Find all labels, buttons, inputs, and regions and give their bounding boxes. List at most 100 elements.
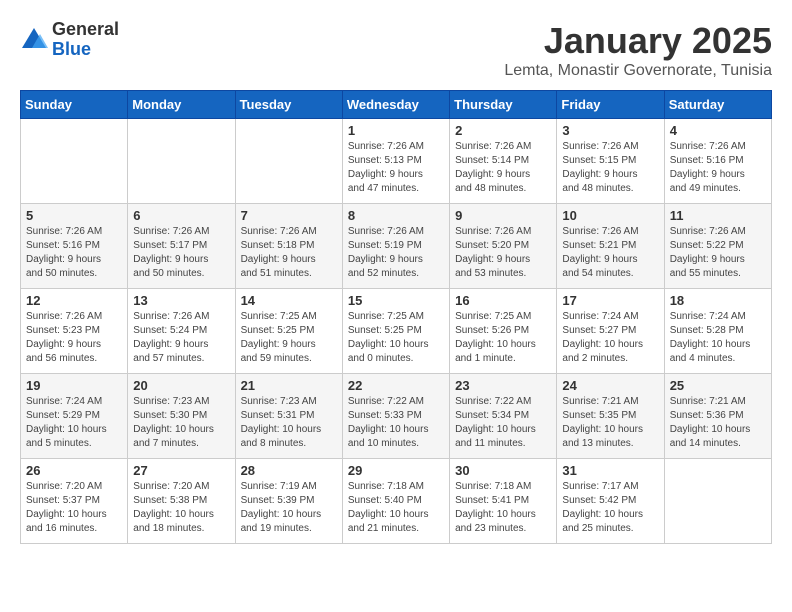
calendar-cell: 22Sunrise: 7:22 AM Sunset: 5:33 PM Dayli… [342,374,449,459]
day-number: 17 [562,293,658,308]
calendar-cell: 29Sunrise: 7:18 AM Sunset: 5:40 PM Dayli… [342,459,449,544]
calendar-cell: 18 Sunrise: 7:24 AM Sunset: 5:28 PM Dayli… [664,289,771,374]
day-detail: Sunrise: 7:23 AM Sunset: 5:31 PM Dayligh… [241,395,337,451]
day-number: 18 [670,293,766,308]
day-detail: Sunrise: 7:26 AM Sunset: 5:17 PM Dayligh… [133,225,229,281]
day-number: 20 [133,378,229,393]
day-detail: Sunrise: 7:26 AM Sunset: 5:24 PM Dayligh… [133,310,229,366]
calendar-week-row: 1 Sunrise: 7:26 AM Sunset: 5:13 PM Daylig… [21,119,772,204]
calendar-cell [664,459,771,544]
day-number: 23 [455,378,551,393]
calendar-cell [235,119,342,204]
calendar-cell: 20 Sunrise: 7:23 AM Sunset: 5:30 PM Dayli… [128,374,235,459]
calendar-cell: 2Sunrise: 7:26 AM Sunset: 5:14 PM Daylig… [450,119,557,204]
day-detail: Sunrise: 7:24 AM Sunset: 5:29 PM Dayligh… [26,395,122,451]
day-detail: Sunrise: 7:26 AM Sunset: 5:22 PM Dayligh… [670,225,766,281]
day-detail: Sunrise: 7:22 AM Sunset: 5:33 PM Dayligh… [348,395,444,451]
calendar-cell: 6 Sunrise: 7:26 AM Sunset: 5:17 PM Daylig… [128,204,235,289]
day-number: 15 [348,293,444,308]
day-detail: Sunrise: 7:17 AM Sunset: 5:42 PM Dayligh… [562,480,658,536]
day-number: 27 [133,463,229,478]
day-detail: Sunrise: 7:18 AM Sunset: 5:41 PM Dayligh… [455,480,551,536]
day-number: 7 [241,208,337,223]
logo-icon [20,26,48,54]
day-detail: Sunrise: 7:25 AM Sunset: 5:25 PM Dayligh… [348,310,444,366]
calendar-cell: 19 Sunrise: 7:24 AM Sunset: 5:29 PM Dayli… [21,374,128,459]
day-detail: Sunrise: 7:26 AM Sunset: 5:13 PM Dayligh… [348,140,444,196]
day-number: 16 [455,293,551,308]
calendar-cell: 5Sunrise: 7:26 AM Sunset: 5:16 PM Daylig… [21,204,128,289]
day-number: 4 [670,123,766,138]
day-number: 10 [562,208,658,223]
day-detail: Sunrise: 7:26 AM Sunset: 5:19 PM Dayligh… [348,225,444,281]
calendar-cell [21,119,128,204]
calendar-cell: 13 Sunrise: 7:26 AM Sunset: 5:24 PM Dayli… [128,289,235,374]
calendar-cell: 16 Sunrise: 7:25 AM Sunset: 5:26 PM Dayli… [450,289,557,374]
day-number: 3 [562,123,658,138]
day-number: 21 [241,378,337,393]
calendar-cell: 9 Sunrise: 7:26 AM Sunset: 5:20 PM Daylig… [450,204,557,289]
day-detail: Sunrise: 7:21 AM Sunset: 5:35 PM Dayligh… [562,395,658,451]
day-number: 6 [133,208,229,223]
day-detail: Sunrise: 7:26 AM Sunset: 5:21 PM Dayligh… [562,225,658,281]
weekday-header: Friday [557,91,664,119]
day-number: 13 [133,293,229,308]
calendar-cell: 10 Sunrise: 7:26 AM Sunset: 5:21 PM Dayli… [557,204,664,289]
weekday-header: Monday [128,91,235,119]
weekday-header: Tuesday [235,91,342,119]
day-detail: Sunrise: 7:26 AM Sunset: 5:16 PM Dayligh… [670,140,766,196]
day-number: 11 [670,208,766,223]
calendar-cell: 21 Sunrise: 7:23 AM Sunset: 5:31 PM Dayli… [235,374,342,459]
day-detail: Sunrise: 7:25 AM Sunset: 5:26 PM Dayligh… [455,310,551,366]
calendar-cell [128,119,235,204]
day-detail: Sunrise: 7:26 AM Sunset: 5:16 PM Dayligh… [26,225,122,281]
calendar-cell: 24Sunrise: 7:21 AM Sunset: 5:35 PM Dayli… [557,374,664,459]
weekday-header: Saturday [664,91,771,119]
day-number: 31 [562,463,658,478]
day-detail: Sunrise: 7:19 AM Sunset: 5:39 PM Dayligh… [241,480,337,536]
calendar-cell: 23 Sunrise: 7:22 AM Sunset: 5:34 PM Dayli… [450,374,557,459]
calendar-cell: 28 Sunrise: 7:19 AM Sunset: 5:39 PM Dayli… [235,459,342,544]
day-detail: Sunrise: 7:26 AM Sunset: 5:18 PM Dayligh… [241,225,337,281]
day-detail: Sunrise: 7:26 AM Sunset: 5:14 PM Dayligh… [455,140,551,196]
calendar-cell: 3 Sunrise: 7:26 AM Sunset: 5:15 PM Daylig… [557,119,664,204]
day-detail: Sunrise: 7:25 AM Sunset: 5:25 PM Dayligh… [241,310,337,366]
day-number: 28 [241,463,337,478]
day-detail: Sunrise: 7:20 AM Sunset: 5:37 PM Dayligh… [26,480,122,536]
calendar-cell: 25Sunrise: 7:21 AM Sunset: 5:36 PM Dayli… [664,374,771,459]
calendar-week-row: 19 Sunrise: 7:24 AM Sunset: 5:29 PM Dayli… [21,374,772,459]
logo-blue: Blue [52,40,119,60]
logo: General Blue [20,20,119,60]
calendar-week-row: 26 Sunrise: 7:20 AM Sunset: 5:37 PM Dayli… [21,459,772,544]
calendar-cell: 17Sunrise: 7:24 AM Sunset: 5:27 PM Dayli… [557,289,664,374]
day-number: 26 [26,463,122,478]
calendar-cell: 26 Sunrise: 7:20 AM Sunset: 5:37 PM Dayli… [21,459,128,544]
day-detail: Sunrise: 7:23 AM Sunset: 5:30 PM Dayligh… [133,395,229,451]
calendar-week-row: 5Sunrise: 7:26 AM Sunset: 5:16 PM Daylig… [21,204,772,289]
month-title: January 2025 [504,20,772,62]
logo-general: General [52,20,119,40]
weekday-header: Wednesday [342,91,449,119]
day-detail: Sunrise: 7:20 AM Sunset: 5:38 PM Dayligh… [133,480,229,536]
day-number: 19 [26,378,122,393]
day-detail: Sunrise: 7:26 AM Sunset: 5:20 PM Dayligh… [455,225,551,281]
calendar-cell: 12Sunrise: 7:26 AM Sunset: 5:23 PM Dayli… [21,289,128,374]
day-detail: Sunrise: 7:24 AM Sunset: 5:28 PM Dayligh… [670,310,766,366]
calendar-cell: 31 Sunrise: 7:17 AM Sunset: 5:42 PM Dayli… [557,459,664,544]
logo-text: General Blue [52,20,119,60]
weekday-header-row: SundayMondayTuesdayWednesdayThursdayFrid… [21,91,772,119]
calendar-cell: 14Sunrise: 7:25 AM Sunset: 5:25 PM Dayli… [235,289,342,374]
day-number: 9 [455,208,551,223]
day-number: 1 [348,123,444,138]
calendar-cell: 27 Sunrise: 7:20 AM Sunset: 5:38 PM Dayli… [128,459,235,544]
calendar-cell: 4 Sunrise: 7:26 AM Sunset: 5:16 PM Daylig… [664,119,771,204]
calendar-cell: 15 Sunrise: 7:25 AM Sunset: 5:25 PM Dayli… [342,289,449,374]
day-detail: Sunrise: 7:26 AM Sunset: 5:23 PM Dayligh… [26,310,122,366]
title-block: January 2025 Lemta, Monastir Governorate… [504,20,772,80]
weekday-header: Thursday [450,91,557,119]
page-header: General Blue January 2025 Lemta, Monasti… [20,20,772,80]
day-detail: Sunrise: 7:22 AM Sunset: 5:34 PM Dayligh… [455,395,551,451]
day-number: 30 [455,463,551,478]
calendar-table: SundayMondayTuesdayWednesdayThursdayFrid… [20,90,772,544]
day-detail: Sunrise: 7:26 AM Sunset: 5:15 PM Dayligh… [562,140,658,196]
